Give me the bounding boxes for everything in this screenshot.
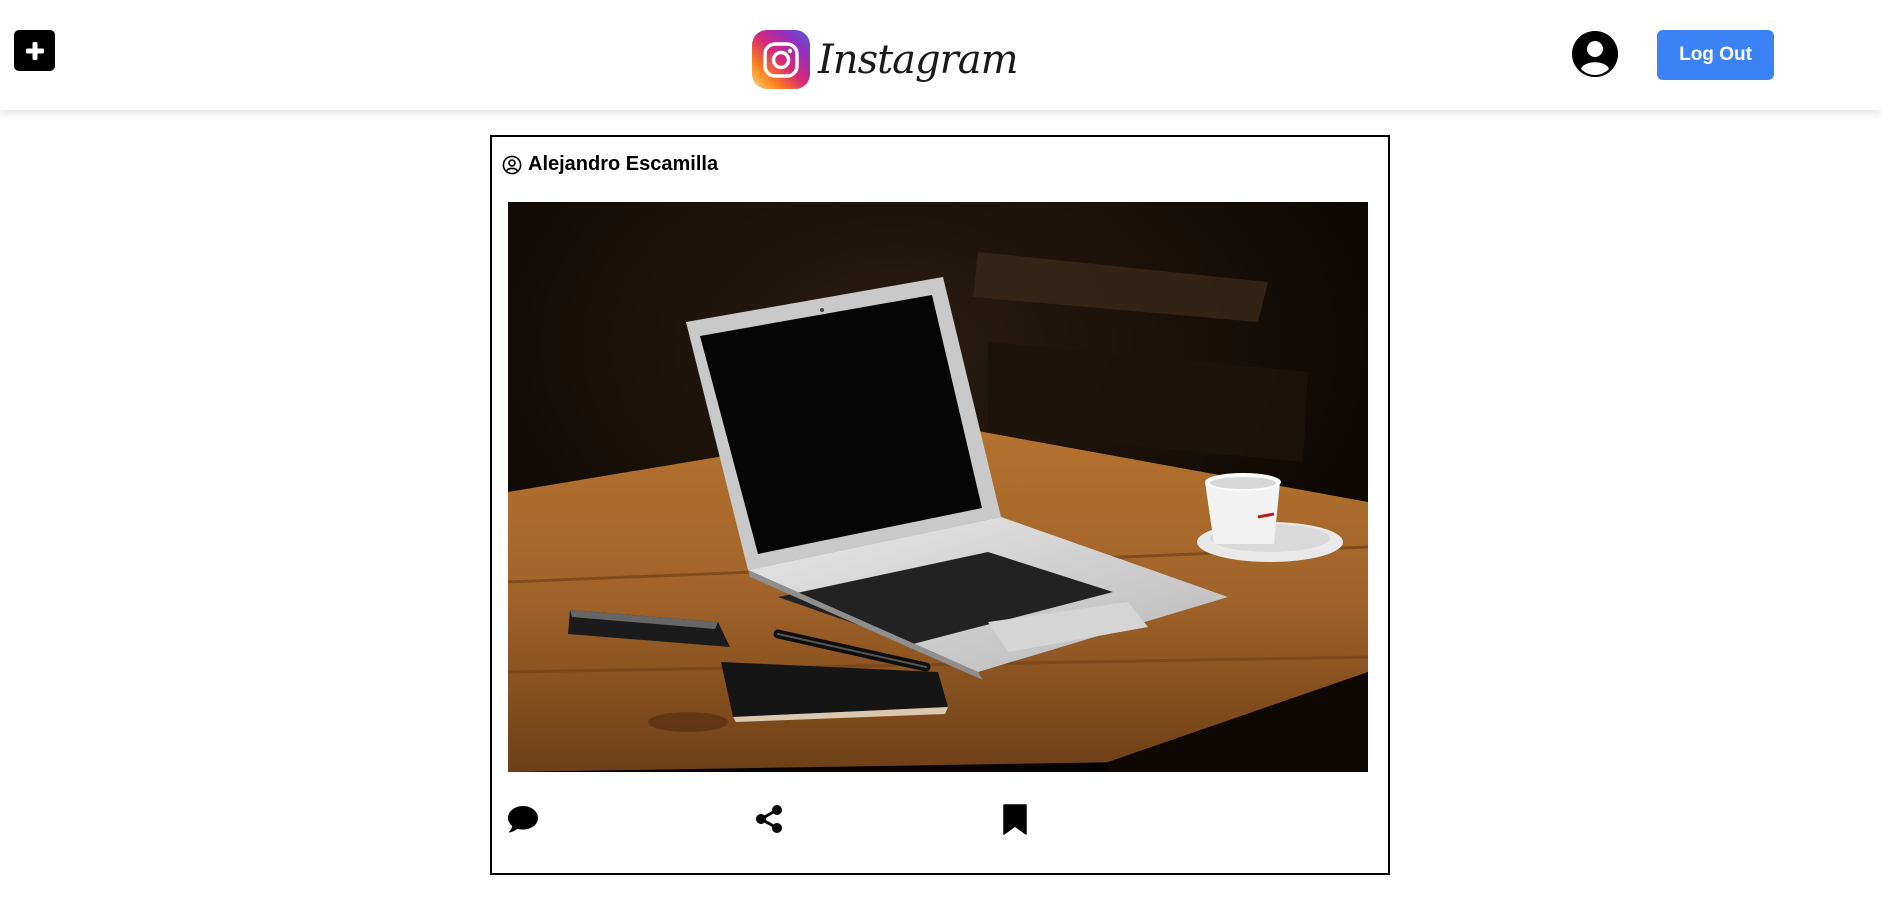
logo-text: Instagram (818, 36, 1019, 83)
share-button[interactable] (752, 802, 786, 836)
instagram-logo[interactable]: Instagram (752, 30, 1019, 89)
profile-avatar-button[interactable] (1572, 31, 1618, 77)
post-header: Alejandro Escamilla (502, 153, 718, 176)
top-navbar: Instagram Log Out (0, 0, 1882, 110)
user-circle-outline-icon (502, 155, 522, 174)
user-circle-icon (1572, 31, 1618, 77)
post-actions (506, 802, 1366, 842)
logout-button[interactable]: Log Out (1657, 30, 1774, 80)
post-card: Alejandro Escamilla (490, 135, 1390, 875)
bookmark-button[interactable] (998, 802, 1032, 836)
instagram-camera-icon (752, 30, 810, 89)
comment-icon (508, 806, 538, 833)
plus-icon (25, 41, 44, 60)
post-image[interactable] (508, 202, 1368, 772)
add-post-button[interactable] (14, 30, 55, 71)
share-icon (756, 805, 782, 833)
bookmark-icon (1003, 804, 1027, 835)
comment-button[interactable] (506, 802, 540, 836)
post-photo-illustration (508, 202, 1368, 772)
post-username[interactable]: Alejandro Escamilla (528, 153, 718, 176)
